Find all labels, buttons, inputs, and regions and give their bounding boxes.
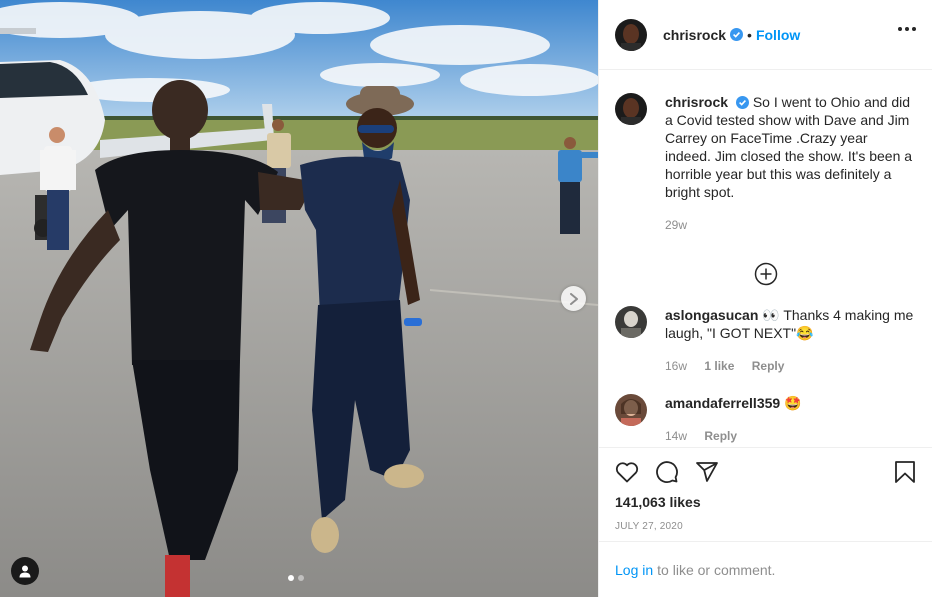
load-more-comments — [599, 262, 932, 286]
header-separator: • — [747, 26, 752, 43]
bookmark-icon — [895, 461, 915, 483]
commenter-avatar[interactable] — [615, 306, 647, 338]
caption-age[interactable]: 29w — [665, 218, 687, 232]
login-prompt: Log in to like or comment. — [599, 541, 932, 597]
share-icon — [696, 462, 718, 482]
post-side-panel: chrisrock • Follow chrisrock So I went t… — [598, 0, 932, 597]
tagged-users-button[interactable] — [11, 557, 39, 585]
caption-meta: 29w — [665, 216, 916, 234]
save-button[interactable] — [894, 460, 916, 487]
action-bar — [615, 448, 916, 496]
follow-button[interactable]: Follow — [756, 27, 800, 43]
carousel-indicator — [288, 575, 304, 581]
comment-text: 🤩 — [784, 395, 802, 411]
more-options-button[interactable] — [898, 27, 916, 31]
caption-avatar[interactable] — [615, 93, 647, 125]
login-link[interactable]: Log in — [615, 562, 653, 578]
author-avatar[interactable] — [615, 18, 647, 51]
author-username[interactable]: chrisrock — [663, 27, 726, 43]
commenter-avatar[interactable] — [615, 394, 647, 426]
carousel-dot — [298, 575, 304, 581]
verified-badge-icon — [735, 96, 749, 109]
commenter-username[interactable]: aslongasucan — [665, 307, 758, 323]
next-arrow-icon — [569, 292, 578, 305]
load-more-comments-icon[interactable] — [754, 262, 778, 286]
verified-badge-icon — [730, 28, 744, 41]
post-actions: 141,063 likes JULY 27, 2020 — [599, 447, 932, 532]
reply-button[interactable]: Reply — [752, 359, 785, 373]
comment-button[interactable] — [655, 460, 679, 484]
comment-age[interactable]: 16w — [665, 359, 687, 373]
post-header: chrisrock • Follow — [599, 0, 932, 70]
like-button[interactable] — [615, 461, 639, 483]
next-slide-button[interactable] — [561, 286, 586, 311]
login-prompt-text: to like or comment. — [657, 561, 776, 578]
photo-scene — [0, 0, 598, 597]
carousel-dot-active — [288, 575, 294, 581]
post-caption: chrisrock So I went to Ohio and did a Co… — [599, 71, 932, 234]
comment-meta: 14w Reply — [665, 427, 916, 445]
heart-icon — [615, 462, 639, 483]
caption-username[interactable]: chrisrock — [665, 94, 728, 110]
post-photo[interactable] — [0, 0, 598, 597]
share-button[interactable] — [695, 460, 719, 484]
comments-section[interactable]: chrisrock So I went to Ohio and did a Co… — [599, 71, 932, 447]
comment-likes[interactable]: 1 like — [704, 359, 734, 373]
comment-item: amandaferrell359 🤩 14w Reply — [599, 394, 932, 445]
more-options-icon — [898, 27, 902, 31]
reply-button[interactable]: Reply — [704, 429, 737, 443]
tagged-user-icon — [19, 565, 31, 578]
comment-age[interactable]: 14w — [665, 429, 687, 443]
comment-meta: 16w 1 like Reply — [665, 357, 916, 375]
comment-item: aslongasucan 👀 Thanks 4 making me laugh,… — [599, 306, 932, 375]
likes-count[interactable]: 141,063 likes — [615, 494, 916, 510]
comment-icon — [656, 461, 678, 483]
post-date[interactable]: JULY 27, 2020 — [615, 521, 916, 532]
commenter-username[interactable]: amandaferrell359 — [665, 395, 780, 411]
